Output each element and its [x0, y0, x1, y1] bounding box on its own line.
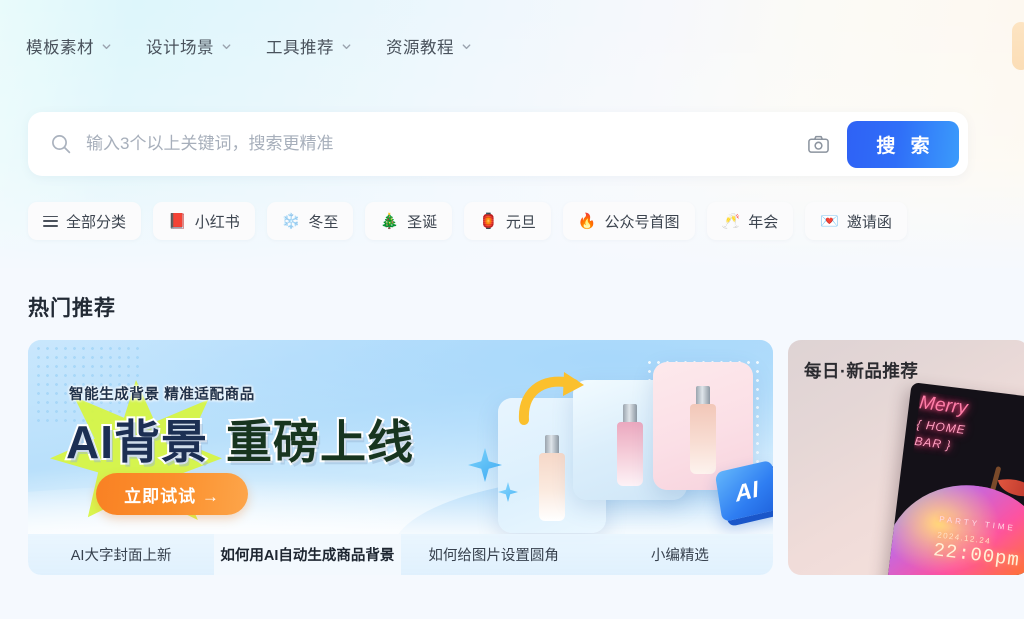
promo-banner-card[interactable]: 智能生成背景 精准适配商品 AI背景 重磅上线 立即试试 → AI AI大字封面上… [28, 340, 773, 575]
red-lantern-icon: 🏮 [479, 212, 498, 230]
chevron-down-icon [461, 41, 472, 52]
banner-cta-button[interactable]: 立即试试 → [96, 473, 248, 515]
chip-label: 圣诞 [407, 213, 438, 231]
chip-all-categories[interactable]: 全部分类 [28, 202, 142, 240]
christmas-tree-icon: 🎄 [380, 212, 400, 230]
chevron-down-icon [341, 41, 352, 52]
chip-label: 全部分类 [66, 213, 127, 231]
camera-icon [807, 135, 829, 153]
nav-item-templates[interactable]: 模板素材 [26, 34, 112, 58]
search-bar: 搜 索 [28, 112, 968, 176]
daily-new-product-card[interactable]: 每日·新品推荐 Merry { HOME BAR } PARTY TIME 20… [788, 340, 1024, 575]
banner-tab-rounded-corner[interactable]: 如何给图片设置圆角 [401, 534, 587, 575]
banner-tab-ai-cover[interactable]: AI大字封面上新 [28, 534, 214, 575]
perfume-bottle [539, 453, 565, 521]
perfume-bottle [617, 422, 643, 486]
nav-item-tools[interactable]: 工具推荐 [266, 34, 352, 58]
chip-label: 小红书 [194, 213, 240, 231]
banner-title-part1: AI背景 [64, 414, 209, 470]
nav-item-label: 设计场景 [146, 39, 214, 57]
chevron-down-icon [221, 41, 232, 52]
chip-label: 邀请函 [846, 213, 892, 231]
nav-item-resources[interactable]: 资源教程 [386, 34, 472, 58]
clinking-glasses-icon: 🥂 [721, 212, 741, 230]
chip-new-year[interactable]: 🏮 元旦 [464, 202, 551, 240]
nav-item-label: 工具推荐 [266, 39, 334, 57]
search-button[interactable]: 搜 索 [847, 120, 959, 168]
banner-tab-label: 小编精选 [650, 548, 709, 564]
fire-icon: 🔥 [577, 212, 597, 230]
nav-item-label: 模板素材 [26, 39, 94, 57]
banner-tab-label: 如何给图片设置圆角 [428, 548, 559, 564]
chip-xiaohongshu[interactable]: 📕 小红书 [153, 202, 255, 240]
banner-tab-editor-picks[interactable]: 小编精选 [587, 534, 773, 575]
chip-label: 年会 [748, 213, 779, 231]
nav-item-label: 资源教程 [386, 39, 454, 57]
chip-wechat-cover[interactable]: 🔥 公众号首图 [562, 202, 695, 240]
daily-poster-image: Merry { HOME BAR } PARTY TIME 2024.12.24… [885, 382, 1024, 575]
love-letter-icon: 💌 [820, 212, 839, 230]
curved-arrow-icon [518, 372, 584, 425]
chip-label: 公众号首图 [604, 213, 680, 231]
search-input[interactable] [86, 134, 801, 154]
bottle-cap [623, 404, 637, 424]
poster-neon-text: Merry { HOME BAR } [913, 391, 1024, 472]
bottle-cap [696, 386, 710, 406]
hamburger-icon [43, 215, 58, 227]
camera-search-button[interactable] [801, 127, 835, 161]
chip-winter-solstice[interactable]: ❄️ 冬至 [266, 202, 354, 240]
daily-card-title: 每日·新品推荐 [804, 361, 919, 381]
chip-label: 冬至 [308, 213, 339, 231]
chip-invitation[interactable]: 💌 邀请函 [805, 202, 907, 240]
nav-item-design-scenes[interactable]: 设计场景 [146, 34, 232, 58]
banner-tab-bar: AI大字封面上新 如何用AI自动生成商品背景 如何给图片设置圆角 小编精选 [28, 534, 773, 575]
search-icon [50, 133, 72, 155]
banner-subtitle: 智能生成背景 精准适配商品 [69, 387, 255, 403]
banner-tab-label: 如何用AI自动生成商品背景 [220, 548, 395, 564]
banner-title: AI背景 重磅上线 [64, 406, 415, 472]
bottle-cap [545, 435, 559, 455]
red-book-icon: 📕 [168, 212, 187, 230]
hot-recommend-area: 智能生成背景 精准适配商品 AI背景 重磅上线 立即试试 → AI AI大字封面上… [28, 340, 1024, 575]
banner-tab-label: AI大字封面上新 [70, 548, 172, 564]
chip-christmas[interactable]: 🎄 圣诞 [365, 202, 453, 240]
category-chip-row: 全部分类 📕 小红书 ❄️ 冬至 🎄 圣诞 🏮 元旦 🔥 公众号首图 🥂 年会 … [28, 202, 907, 240]
banner-title-part2: 重磅上线 [224, 414, 415, 470]
chip-label: 元旦 [505, 213, 536, 231]
chip-annual-meeting[interactable]: 🥂 年会 [706, 202, 794, 240]
chevron-down-icon [101, 41, 112, 52]
perfume-bottle [690, 404, 716, 474]
top-navigation: 模板素材 设计场景 工具推荐 资源教程 [0, 0, 1024, 92]
section-title-hot-recommend: 热门推荐 [28, 297, 116, 320]
snowflake-icon: ❄️ [281, 212, 301, 230]
banner-tab-ai-product-bg[interactable]: 如何用AI自动生成商品背景 [214, 534, 401, 575]
